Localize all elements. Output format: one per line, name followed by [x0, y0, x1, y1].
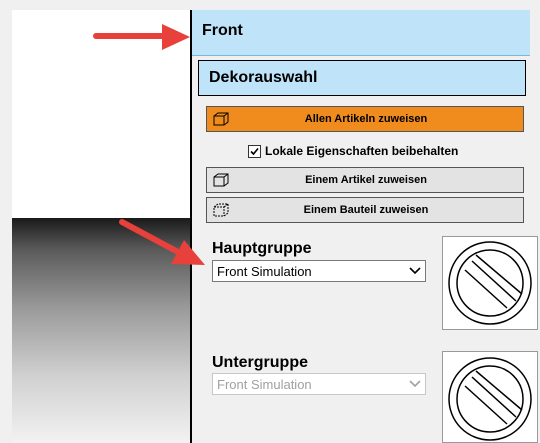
cube-icon [213, 203, 229, 217]
untergruppe-label: Untergruppe [212, 354, 308, 371]
cube-icon [213, 112, 229, 126]
checkbox-box[interactable] [248, 144, 261, 158]
hauptgruppe-value: Front Simulation [217, 263, 312, 279]
section-title[interactable]: Dekorauswahl [198, 60, 526, 96]
preview-gradient [12, 218, 190, 443]
assign-article-label: Einem Artikel zuweisen [305, 174, 427, 186]
assign-part-label: Einem Bauteil zuweisen [303, 204, 429, 216]
cube-icon [213, 173, 229, 187]
no-image-icon [448, 241, 532, 325]
hauptgruppe-label: Hauptgruppe [212, 240, 312, 257]
panel-title: Front [192, 10, 530, 56]
properties-panel: Front Dekorauswahl Allen Artikeln zuweis… [192, 10, 540, 443]
hauptgruppe-preview[interactable] [442, 236, 538, 330]
assign-article-button[interactable]: Einem Artikel zuweisen [206, 167, 524, 193]
untergruppe-select[interactable]: Front Simulation [212, 373, 426, 395]
hauptgruppe-select[interactable]: Front Simulation [212, 260, 426, 282]
untergruppe-value: Front Simulation [217, 376, 312, 392]
chevron-down-icon [405, 261, 425, 281]
keep-local-properties-checkbox[interactable]: Lokale Eigenschaften beibehalten [248, 144, 458, 158]
checkmark-icon [250, 147, 259, 155]
chevron-down-icon [405, 374, 425, 394]
assign-all-button[interactable]: Allen Artikeln zuweisen [206, 106, 524, 132]
no-image-icon [448, 357, 532, 441]
assign-part-button[interactable]: Einem Bauteil zuweisen [206, 197, 524, 223]
untergruppe-preview[interactable] [442, 351, 538, 443]
checkbox-label: Lokale Eigenschaften beibehalten [265, 144, 459, 158]
assign-all-label: Allen Artikeln zuweisen [304, 113, 428, 125]
